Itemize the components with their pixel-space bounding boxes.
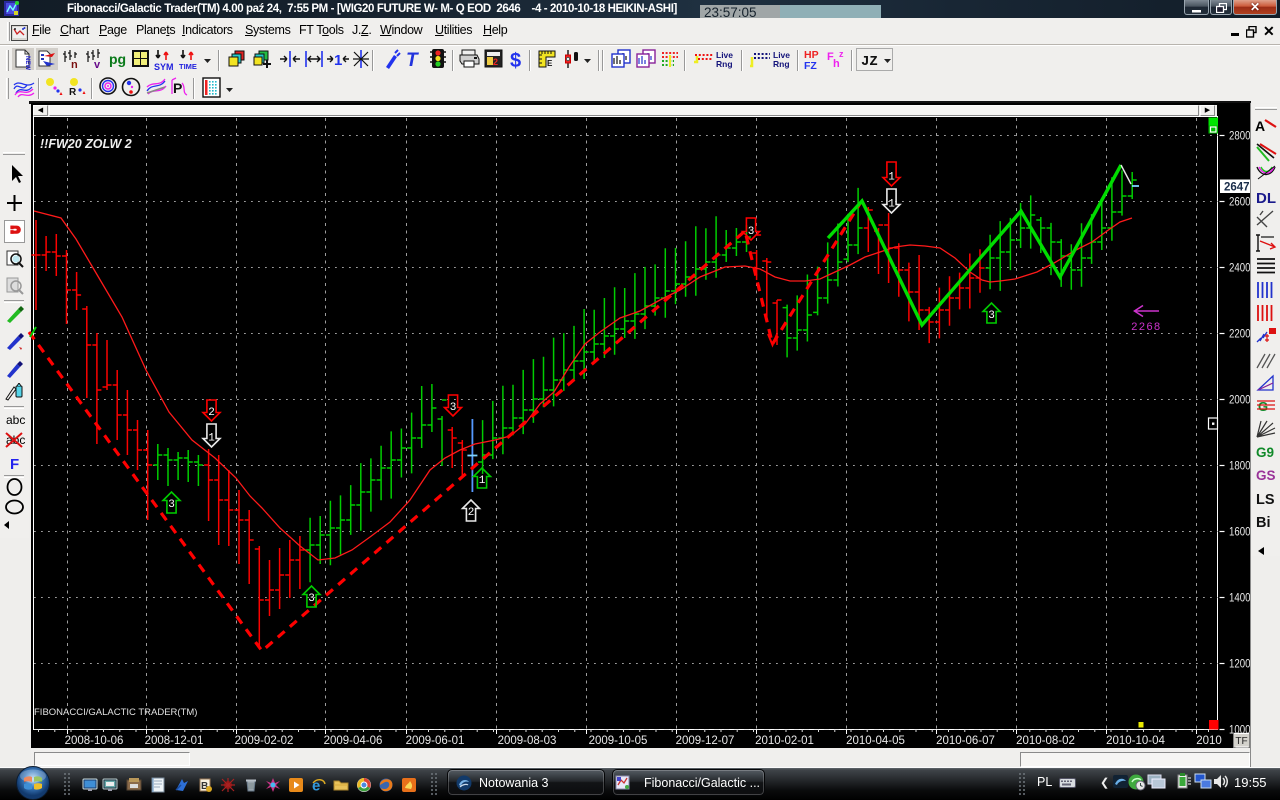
svg-text:2009-04-06: 2009-04-06 <box>324 735 383 747</box>
svg-text:1: 1 <box>479 475 486 487</box>
svg-text:DL: DL <box>1256 190 1276 207</box>
svg-text:GS: GS <box>1256 468 1276 483</box>
svg-text:FIBONACCI/GALACTIC TRADER(TM): FIBONACCI/GALACTIC TRADER(TM) <box>34 707 197 718</box>
svg-text:2009-06-01: 2009-06-01 <box>406 735 465 747</box>
svg-text:3: 3 <box>168 499 175 511</box>
svg-text:3: 3 <box>308 593 315 605</box>
svg-text:2010-02-01: 2010-02-01 <box>755 735 814 747</box>
svg-text:3: 3 <box>988 310 995 322</box>
svg-text:2009-02-02: 2009-02-02 <box>235 735 294 747</box>
svg-text:1: 1 <box>888 198 895 210</box>
svg-text:2010-08-02: 2010-08-02 <box>1016 735 1075 747</box>
svg-text:1600: 1600 <box>1229 527 1251 539</box>
svg-text:2009-12-07: 2009-12-07 <box>676 735 735 747</box>
svg-text:2010: 2010 <box>1196 735 1222 747</box>
svg-text:2: 2 <box>468 507 475 519</box>
svg-text:1800: 1800 <box>1229 461 1251 473</box>
svg-text:2200: 2200 <box>1229 329 1251 341</box>
svg-text:2: 2 <box>208 407 215 419</box>
svg-text:2268: 2268 <box>1131 322 1161 334</box>
svg-text:2009-10-05: 2009-10-05 <box>589 735 648 747</box>
svg-text:Bi: Bi <box>1256 515 1271 531</box>
svg-text:1: 1 <box>208 433 215 445</box>
svg-text:2647: 2647 <box>1224 182 1250 194</box>
svg-text:2010-06-07: 2010-06-07 <box>936 735 995 747</box>
svg-text:2800: 2800 <box>1229 131 1251 143</box>
svg-text:3: 3 <box>450 402 457 414</box>
svg-text:2008-10-06: 2008-10-06 <box>65 735 124 747</box>
svg-text:2400: 2400 <box>1229 263 1251 275</box>
svg-text:2009-08-03: 2009-08-03 <box>498 735 557 747</box>
svg-text:2010-04-05: 2010-04-05 <box>846 735 905 747</box>
svg-text:A: A <box>1255 118 1265 134</box>
svg-text:3: 3 <box>748 226 755 238</box>
svg-text:2600: 2600 <box>1229 197 1251 209</box>
svg-text:!!FW20 ZOLW 2: !!FW20 ZOLW 2 <box>40 137 132 151</box>
svg-text:1400: 1400 <box>1229 593 1251 605</box>
svg-text:1: 1 <box>888 171 895 183</box>
svg-text:2000: 2000 <box>1229 395 1251 407</box>
svg-text:G9: G9 <box>1256 445 1274 460</box>
svg-text:2010-10-04: 2010-10-04 <box>1106 735 1165 747</box>
svg-text:1200: 1200 <box>1229 659 1251 671</box>
svg-text:LS: LS <box>1256 492 1275 508</box>
svg-text:TF: TF <box>1235 736 1247 747</box>
svg-text:2008-12-01: 2008-12-01 <box>145 735 204 747</box>
